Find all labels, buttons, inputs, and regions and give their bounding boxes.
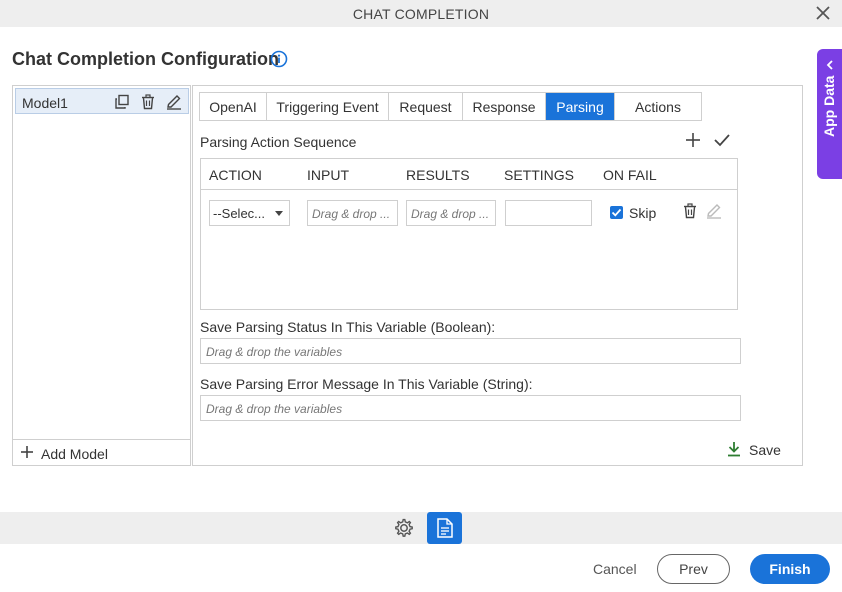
- check-icon[interactable]: [713, 132, 731, 148]
- tab-response[interactable]: Response: [463, 93, 546, 120]
- models-panel: Model1 Add Model: [12, 85, 191, 466]
- tab-triggering-event[interactable]: Triggering Event: [267, 93, 389, 120]
- column-header-results: RESULTS: [406, 167, 470, 183]
- column-header-action: ACTION: [209, 167, 262, 183]
- close-icon[interactable]: [814, 4, 832, 22]
- status-variable-label: Save Parsing Status In This Variable (Bo…: [200, 319, 496, 335]
- model-name: Model1: [22, 95, 68, 111]
- add-model-button[interactable]: Add Model: [13, 439, 190, 465]
- input-drop-field[interactable]: Drag & drop ...: [307, 200, 398, 226]
- edit-icon[interactable]: [706, 203, 722, 219]
- column-header-input: INPUT: [307, 167, 349, 183]
- settings-field[interactable]: [505, 200, 592, 226]
- error-variable-label: Save Parsing Error Message In This Varia…: [200, 376, 533, 392]
- checkmark-icon: [611, 208, 622, 217]
- plus-icon[interactable]: [685, 132, 701, 148]
- trash-icon[interactable]: [682, 203, 698, 219]
- copy-icon[interactable]: [114, 94, 130, 110]
- title-bar: CHAT COMPLETION: [0, 0, 842, 27]
- add-model-label: Add Model: [41, 446, 108, 462]
- tab-request[interactable]: Request: [389, 93, 463, 120]
- edit-icon[interactable]: [166, 94, 182, 110]
- configuration-panel: OpenAI Triggering Event Request Response…: [192, 85, 803, 466]
- info-icon[interactable]: [270, 50, 288, 68]
- error-variable-field[interactable]: Drag & drop the variables: [200, 395, 741, 421]
- action-select[interactable]: --Selec...: [209, 200, 290, 226]
- tab-actions[interactable]: Actions: [615, 93, 701, 120]
- window-title: CHAT COMPLETION: [352, 6, 490, 22]
- tab-parsing[interactable]: Parsing: [546, 93, 615, 120]
- tab-bar: OpenAI Triggering Event Request Response…: [199, 92, 702, 121]
- document-icon: [437, 518, 453, 538]
- on-fail-label: Skip: [629, 205, 657, 221]
- chevron-down-icon: [275, 211, 283, 216]
- app-data-label: App Data: [821, 75, 837, 137]
- column-header-settings: SETTINGS: [504, 167, 575, 183]
- save-label: Save: [749, 442, 781, 458]
- column-header-on-fail: ON FAIL: [603, 167, 657, 183]
- on-fail-checkbox[interactable]: [610, 206, 623, 219]
- prev-button[interactable]: Prev: [657, 554, 730, 584]
- parsing-action-table: ACTION INPUT RESULTS SETTINGS ON FAIL --…: [200, 158, 738, 310]
- action-select-value: --Selec...: [213, 206, 266, 221]
- model-item[interactable]: Model1: [15, 88, 189, 114]
- plus-icon: [21, 446, 33, 458]
- trash-icon[interactable]: [140, 94, 156, 110]
- document-settings-button[interactable]: [427, 512, 462, 544]
- gear-icon[interactable]: [393, 517, 415, 539]
- results-drop-field[interactable]: Drag & drop ...: [406, 200, 496, 226]
- finish-button[interactable]: Finish: [750, 554, 830, 584]
- parsing-section-label: Parsing Action Sequence: [200, 134, 357, 150]
- tab-openai[interactable]: OpenAI: [200, 93, 267, 120]
- app-data-tab[interactable]: App Data: [817, 49, 842, 179]
- download-icon: [728, 442, 740, 457]
- page-title: Chat Completion Configuration: [12, 49, 279, 69]
- bottom-toolbar: [0, 512, 842, 544]
- chevron-left-icon: [826, 60, 833, 70]
- status-variable-field[interactable]: Drag & drop the variables: [200, 338, 741, 364]
- cancel-button[interactable]: Cancel: [593, 561, 637, 577]
- table-header: ACTION INPUT RESULTS SETTINGS ON FAIL: [201, 159, 737, 190]
